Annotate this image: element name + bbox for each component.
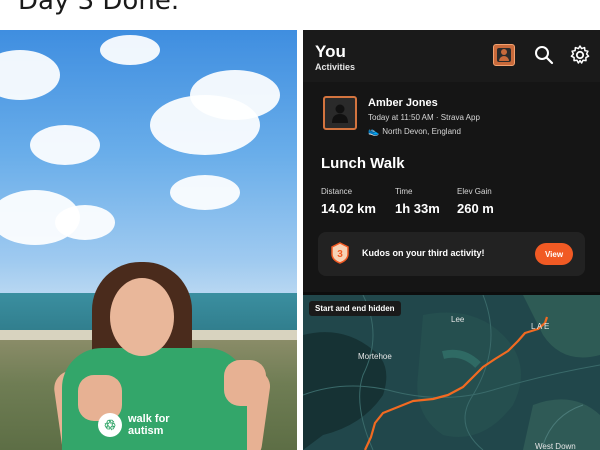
app-header: You Activities bbox=[303, 30, 600, 82]
activity-location: 👟 North Devon, England bbox=[368, 126, 461, 136]
kudos-text: Kudos on your third activity! bbox=[362, 248, 485, 258]
stat-time: Time 1h 33m bbox=[395, 187, 440, 216]
gear-icon[interactable] bbox=[569, 44, 591, 66]
page-subtitle: Activities bbox=[315, 62, 356, 72]
view-button[interactable]: View bbox=[535, 243, 573, 265]
stat-distance: Distance 14.02 km bbox=[321, 187, 376, 216]
place-west-down: West Down bbox=[535, 442, 576, 450]
caption-text: Day 3 Done. bbox=[18, 0, 180, 16]
walker-photo: ♲ walk for autism bbox=[0, 30, 297, 450]
avatar-icon[interactable] bbox=[493, 44, 515, 66]
place-corner: L A E bbox=[531, 322, 550, 331]
svg-text:3: 3 bbox=[337, 249, 343, 260]
athlete-name[interactable]: Amber Jones bbox=[368, 97, 438, 109]
stat-elev-gain: Elev Gain 260 m bbox=[457, 187, 494, 216]
activity-meta: Today at 11:50 AM · Strava App bbox=[368, 113, 480, 122]
screenshot-root: Day 3 Done. ♲ walk for autism You Activi… bbox=[0, 0, 600, 450]
page-title: You bbox=[315, 42, 346, 61]
badge-icon: 3 bbox=[331, 242, 349, 264]
person-icon bbox=[332, 104, 348, 123]
walk-for-autism-logo: ♲ walk for autism bbox=[98, 405, 188, 445]
athlete-avatar[interactable] bbox=[323, 96, 357, 130]
place-lee: Lee bbox=[451, 315, 465, 324]
kudos-banner: 3 Kudos on your third activity! View bbox=[318, 232, 585, 276]
activity-name[interactable]: Lunch Walk bbox=[321, 155, 405, 172]
route-map[interactable]: Start and end hidden Lee L A E Mortehoe … bbox=[303, 295, 600, 450]
place-mortehoe: Mortehoe bbox=[358, 352, 392, 361]
map-tag: Start and end hidden bbox=[309, 301, 401, 316]
strava-app-panel: You Activities Amber Jones Today at 11:5… bbox=[303, 30, 600, 450]
shoe-icon: 👟 bbox=[368, 126, 380, 136]
search-icon[interactable] bbox=[533, 44, 555, 66]
activity-card[interactable]: Amber Jones Today at 11:50 AM · Strava A… bbox=[303, 82, 600, 292]
